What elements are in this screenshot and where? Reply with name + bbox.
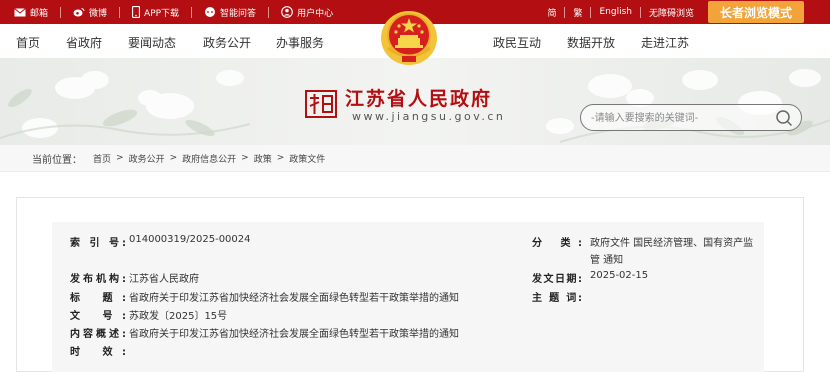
smart-qa-link[interactable]: 智能问答 <box>204 6 256 19</box>
breadcrumb-separator: > <box>116 153 124 163</box>
mail-link[interactable]: 邮箱 <box>14 6 48 19</box>
jiangsu-logo-icon <box>305 90 337 118</box>
category-label: 分 类: <box>532 238 582 249</box>
nav-about-jiangsu[interactable]: 走进江苏 <box>641 34 689 51</box>
search-box <box>580 104 802 131</box>
divider <box>191 6 193 18</box>
breadcrumb-home[interactable]: 首页 <box>93 152 111 165</box>
breadcrumb-separator: > <box>169 153 178 163</box>
category-value-line2: 管 通知 <box>590 255 624 266</box>
index-label: 索 引 号: <box>70 238 126 249</box>
site-title: 江苏省人民政府 <box>345 88 493 110</box>
app-download-link[interactable]: APP下载 <box>132 6 179 19</box>
issuer-label: 发布机构: <box>70 274 126 285</box>
divider <box>60 6 62 18</box>
nav-gov-affairs[interactable]: 政务公开 <box>203 34 251 51</box>
mail-link-label: 邮箱 <box>30 8 49 19</box>
divider <box>268 6 270 18</box>
index-value: 014000319/2025-00024 <box>129 234 251 245</box>
chat-icon <box>205 6 216 17</box>
site-url: www.jiangsu.gov.cn <box>352 110 506 123</box>
search-icon[interactable] <box>775 109 793 127</box>
nav-services[interactable]: 办事服务 <box>276 34 324 51</box>
subject-label: 主 题 词: <box>532 293 582 304</box>
category-value-line1: 政府文件 国民经济管理、国有资产监 <box>590 238 754 249</box>
accessibility-link[interactable]: 无障碍浏览 <box>641 6 702 19</box>
nav-home[interactable]: 首页 <box>16 34 40 51</box>
smart-qa-label: 智能问答 <box>220 8 257 19</box>
national-emblem-icon <box>381 11 437 65</box>
date-value: 2025-02-15 <box>590 270 649 281</box>
utility-links-right: 简 繁 English 无障碍浏览 长者浏览模式 <box>539 0 830 24</box>
nav-provincial-gov[interactable]: 省政府 <box>66 34 102 51</box>
phone-icon <box>132 6 141 18</box>
validity-label: 时 效: <box>70 347 126 358</box>
simplified-chinese-link[interactable]: 简 <box>539 6 564 19</box>
issuer-value: 江苏省人民政府 <box>129 274 199 285</box>
title-value: 省政府关于印发江苏省加快经济社会发展全面绿色转型若干政策举措的通知 <box>129 293 459 304</box>
docno-label: 文 号: <box>70 311 126 322</box>
weibo-link-label: 微博 <box>89 8 108 19</box>
nav-news[interactable]: 要闻动态 <box>128 34 176 51</box>
nav-interaction[interactable]: 政民互动 <box>493 34 541 51</box>
weibo-icon <box>73 8 85 17</box>
breadcrumb-policy-docs[interactable]: 政策文件 <box>289 152 325 165</box>
traditional-chinese-link[interactable]: 繁 <box>565 6 590 19</box>
english-link[interactable]: English <box>591 7 640 17</box>
summary-value: 省政府关于印发江苏省加快经济社会发展全面绿色转型若干政策举措的通知 <box>129 329 459 340</box>
summary-label: 内容概述: <box>70 329 126 340</box>
breadcrumb-separator: > <box>241 153 249 163</box>
breadcrumb-gov-info[interactable]: 政府信息公开 <box>182 152 236 165</box>
breadcrumb-label: 当前位置： <box>32 154 82 166</box>
search-input[interactable] <box>591 110 771 126</box>
utility-links-left: 邮箱 微博 APP下载 智能问答 用户中心 <box>14 0 345 24</box>
docno-value: 苏政发〔2025〕15号 <box>129 311 228 322</box>
title-label: 标 题: <box>70 293 126 304</box>
date-label: 发文日期: <box>532 274 582 285</box>
divider <box>119 6 121 18</box>
breadcrumb: 当前位置： 首页 > 政务公开 > 政府信息公开 > 政策 > 政策文件 <box>0 145 830 172</box>
user-icon <box>281 6 293 18</box>
breadcrumb-separator: > <box>276 153 285 163</box>
nav-open-data[interactable]: 数据开放 <box>567 34 615 51</box>
breadcrumb-policy[interactable]: 政策 <box>254 152 272 165</box>
weibo-link[interactable]: 微博 <box>73 6 107 19</box>
elder-mode-button[interactable]: 长者浏览模式 <box>707 1 804 23</box>
mail-icon <box>14 7 26 16</box>
app-download-label: APP下载 <box>144 8 180 19</box>
user-center-label: 用户中心 <box>297 8 334 19</box>
breadcrumb-gov-affairs[interactable]: 政务公开 <box>129 152 165 165</box>
user-center-link[interactable]: 用户中心 <box>281 6 333 19</box>
